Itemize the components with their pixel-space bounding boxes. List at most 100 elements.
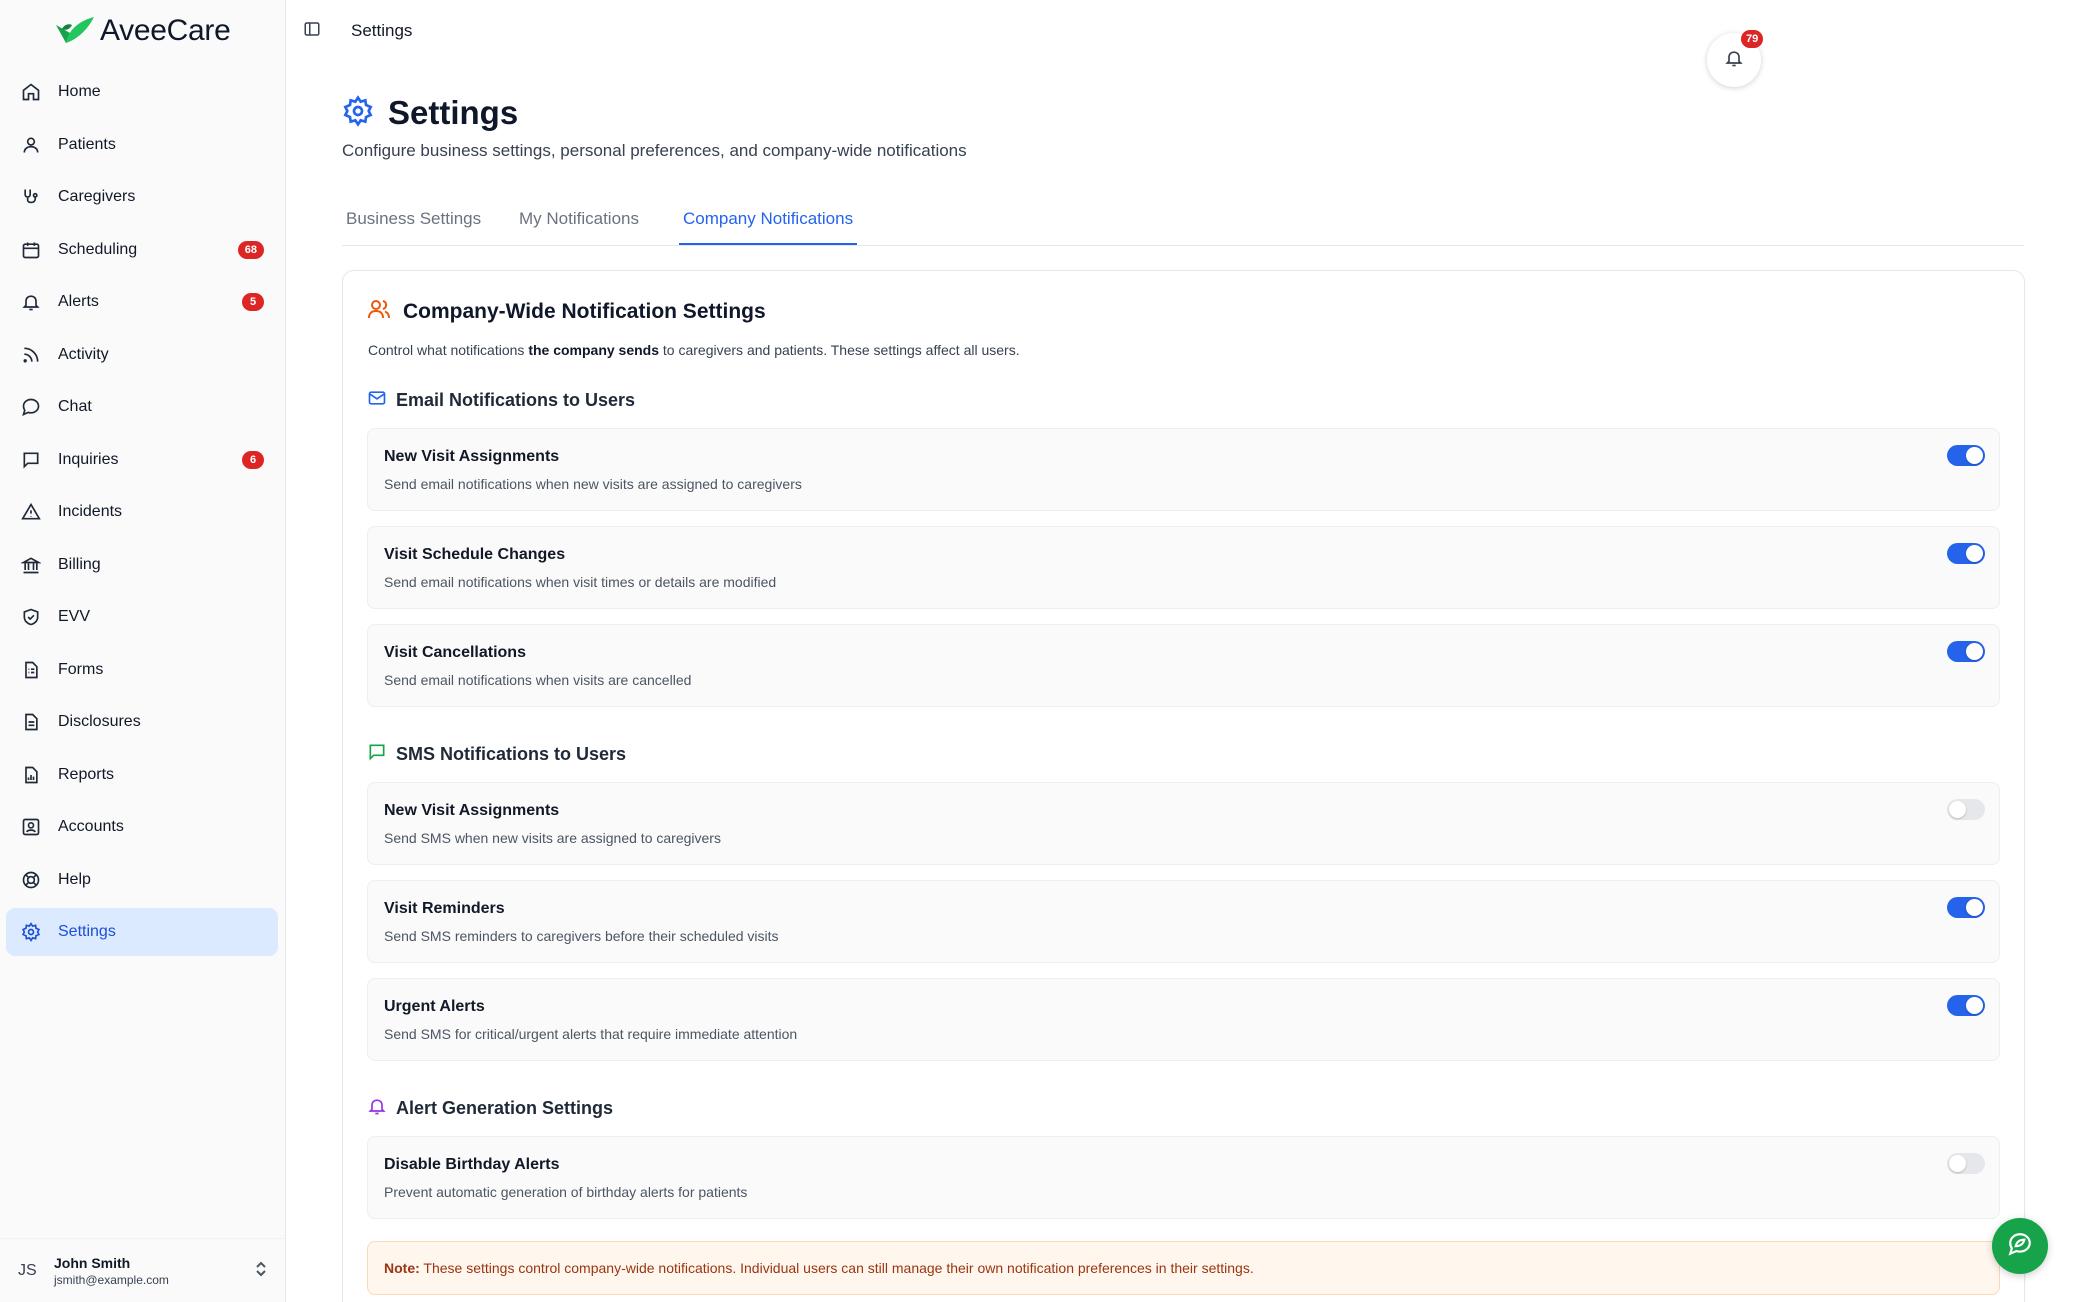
sidebar-item-scheduling[interactable]: Scheduling 68: [6, 226, 278, 274]
setting-description: Prevent automatic generation of birthday…: [384, 1184, 748, 1200]
document-icon: [20, 711, 42, 733]
breadcrumb: Settings: [351, 21, 413, 40]
toggle-switch[interactable]: [1947, 799, 1985, 820]
setting-title: New Visit Assignments: [384, 448, 560, 465]
topbar: Settings: [287, 0, 2075, 62]
toggle-knob: [1966, 545, 1983, 562]
sidebar-item-evv[interactable]: EVV: [6, 593, 278, 641]
toggle-knob: [1949, 801, 1966, 818]
message-square-icon: [20, 449, 42, 471]
sidebar-item-accounts[interactable]: Accounts: [6, 803, 278, 851]
sidebar-toggle-icon[interactable]: [303, 20, 321, 43]
count-badge: 68: [237, 240, 264, 259]
avatar: JS: [18, 1261, 37, 1279]
setting-row: Visit Schedule Changes Send email notifi…: [367, 526, 2000, 609]
sidebar-item-patients[interactable]: Patients: [6, 121, 278, 169]
user-info: John Smith jsmith@example.com: [54, 1255, 169, 1287]
logo[interactable]: AveeCare: [54, 14, 231, 48]
count-badge: 6: [242, 450, 264, 469]
sidebar-item-label: Billing: [58, 555, 101, 573]
sidebar-item-caregivers[interactable]: Caregivers: [6, 173, 278, 221]
setting-row: Visit Cancellations Send email notificat…: [367, 624, 2000, 707]
sidebar-item-incidents[interactable]: Incidents: [6, 488, 278, 536]
sidebar-item-inquiries[interactable]: Inquiries 6: [6, 436, 278, 484]
sidebar-item-label: Incidents: [58, 503, 123, 520]
section-header-alerts: Alert Generation Settings: [367, 1096, 613, 1121]
sidebar-item-label: Home: [58, 83, 101, 100]
gear-icon: [20, 921, 42, 943]
form-icon: [20, 659, 42, 681]
setting-title: Visit Cancellations: [384, 644, 526, 661]
sidebar-item-label: Settings: [58, 923, 116, 940]
sidebar-item-alerts[interactable]: Alerts 5: [6, 278, 278, 326]
setting-row: Urgent Alerts Send SMS for critical/urge…: [367, 978, 2000, 1061]
lifebuoy-icon: [20, 869, 42, 891]
setting-row: Disable Birthday Alerts Prevent automati…: [367, 1136, 2000, 1219]
tab-bar: Business Settings My Notifications Compa…: [342, 205, 2024, 246]
sidebar-item-activity[interactable]: Activity: [6, 331, 278, 379]
sidebar-item-label: Inquiries: [58, 450, 119, 468]
section-title: Email Notifications to Users: [396, 390, 636, 410]
desc-emphasis: the company sends: [528, 342, 660, 358]
report-icon: [20, 764, 42, 786]
mail-icon: [367, 388, 387, 413]
toggle-switch[interactable]: [1947, 1153, 1985, 1174]
sidebar-item-label: Reports: [58, 765, 115, 783]
setting-description: Send SMS reminders to caregivers before …: [384, 928, 779, 944]
sidebar-item-label: Forms: [58, 660, 104, 678]
bell-icon: [1724, 48, 1744, 73]
note-label: Note:: [384, 1260, 420, 1276]
sidebar-item-label: Patients: [58, 135, 116, 153]
setting-description: Send email notifications when visit time…: [384, 574, 777, 590]
section-header-email: Email Notifications to Users: [367, 388, 635, 413]
toggle-switch[interactable]: [1947, 543, 1985, 564]
toggle-switch[interactable]: [1947, 995, 1985, 1016]
section-title: Alert Generation Settings: [396, 1098, 614, 1118]
tab-my-notifications[interactable]: My Notifications: [515, 209, 643, 243]
toggle-knob: [1966, 997, 1983, 1014]
sidebar-item-disclosures[interactable]: Disclosures: [6, 698, 278, 746]
card-title: Company-Wide Notification Settings: [403, 299, 766, 323]
note-text: These settings control company-wide noti…: [419, 1260, 1254, 1276]
toggle-knob: [1966, 643, 1983, 660]
toggle-switch[interactable]: [1947, 897, 1985, 918]
sidebar: AveeCare Home Patients Caregivers Schedu…: [0, 0, 286, 1302]
sidebar-item-home[interactable]: Home: [6, 68, 278, 116]
setting-row: New Visit Assignments Send SMS when new …: [367, 782, 2000, 865]
toggle-switch[interactable]: [1947, 641, 1985, 662]
tab-company-notifications[interactable]: Company Notifications: [679, 209, 858, 245]
sidebar-item-billing[interactable]: Billing: [6, 541, 278, 589]
card-description: Control what notifications the company s…: [368, 342, 1020, 358]
setting-description: Send email notifications when new visits…: [384, 476, 802, 492]
setting-description: Send SMS for critical/urgent alerts that…: [384, 1026, 798, 1042]
logo-text: AveeCare: [100, 14, 231, 47]
card-header: Company-Wide Notification Settings: [367, 297, 766, 326]
user-email: jsmith@example.com: [54, 1272, 169, 1287]
leaf-chat-icon: [2007, 1231, 2033, 1262]
bank-icon: [20, 554, 42, 576]
sidebar-item-label: Accounts: [58, 818, 124, 835]
sidebar-item-chat[interactable]: Chat: [6, 383, 278, 431]
setting-title: Visit Schedule Changes: [384, 546, 566, 563]
sidebar-item-forms[interactable]: Forms: [6, 646, 278, 694]
sidebar-item-reports[interactable]: Reports: [6, 751, 278, 799]
users-icon: [367, 297, 391, 326]
user-icon: [20, 134, 42, 156]
chat-icon: [20, 396, 42, 418]
chat-fab-button[interactable]: [1992, 1218, 2048, 1274]
sidebar-item-label: Chat: [58, 398, 92, 415]
toggle-switch[interactable]: [1947, 445, 1985, 466]
info-note: Note: These settings control company-wid…: [367, 1241, 2000, 1295]
shield-check-icon: [20, 606, 42, 628]
user-menu[interactable]: JS John Smith jsmith@example.com: [0, 1238, 286, 1302]
sidebar-item-settings[interactable]: Settings: [6, 908, 278, 956]
sidebar-item-help[interactable]: Help: [6, 856, 278, 904]
setting-title: Urgent Alerts: [384, 998, 485, 1015]
tab-business-settings[interactable]: Business Settings: [342, 209, 485, 243]
setting-title: New Visit Assignments: [384, 802, 560, 819]
calendar-icon: [20, 239, 42, 261]
desc-text: to caregivers and patients. These settin…: [659, 342, 1020, 358]
setting-title: Visit Reminders: [384, 900, 505, 917]
desc-text: Control what notifications: [368, 342, 529, 358]
leaf-logo-icon: [56, 17, 94, 43]
